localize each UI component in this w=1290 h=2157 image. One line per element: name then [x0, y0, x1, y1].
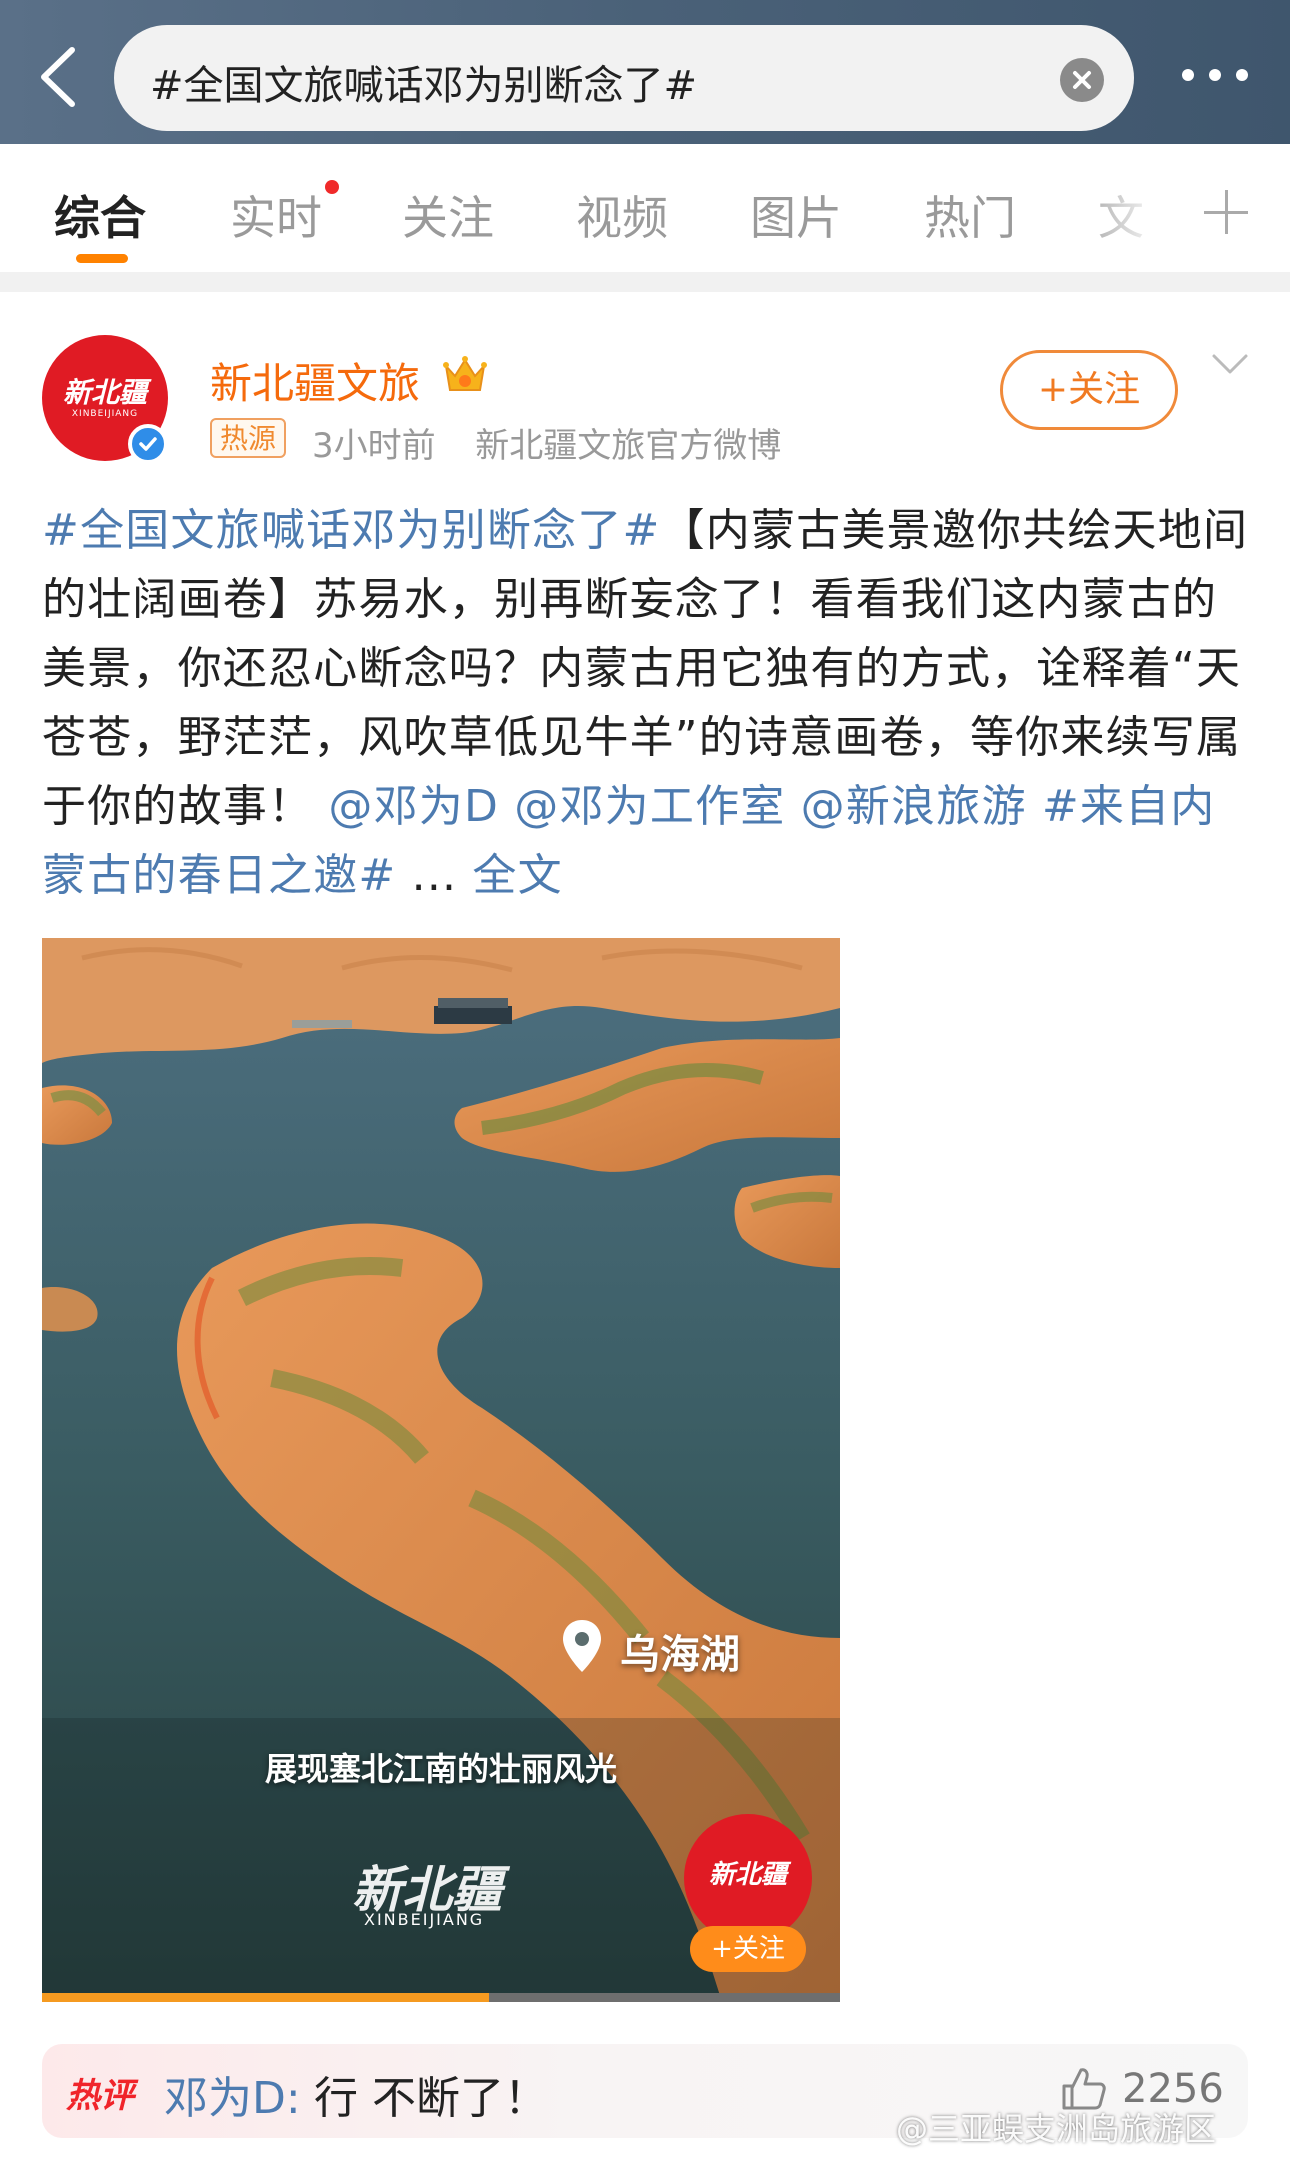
mention-link[interactable]: @邓为D: [328, 781, 499, 832]
video-author-avatar[interactable]: 新北疆: [684, 1814, 812, 1942]
watermark-subtext: XINBEIJIANG: [364, 1910, 485, 1929]
post-text: #全国文旅喊话邓为别断念了#【内蒙古美景邀你共绘天地间的壮阔画卷】苏易水，别再断…: [42, 496, 1257, 910]
active-tab-indicator: [76, 254, 128, 263]
post-source: 新北疆文旅官方微博: [475, 426, 782, 466]
search-query: #全国文旅喊话邓为别断念了#: [150, 63, 698, 109]
follow-button[interactable]: +关注: [1000, 350, 1178, 430]
tab-video[interactable]: 视频: [576, 182, 668, 248]
author-name[interactable]: 新北疆文旅: [210, 350, 420, 411]
add-tab-icon[interactable]: [1204, 190, 1248, 234]
chevron-down-icon[interactable]: [1210, 350, 1250, 380]
location-pin-icon: [560, 1618, 604, 1674]
location-label: 乌海湖: [620, 1632, 740, 1678]
post-meta: 3小时前 新北疆文旅官方微博: [312, 418, 781, 467]
video-progress-bar[interactable]: [42, 1993, 840, 2002]
tabs-fade: [1070, 144, 1180, 272]
verified-badge-icon: [128, 424, 168, 464]
hashtag-link[interactable]: #全国文旅喊话邓为别断念了#: [42, 505, 661, 556]
tab-realtime[interactable]: 实时: [230, 182, 322, 248]
hot-comment-badge: 热评: [66, 2076, 134, 2116]
video-caption: 展现塞北江南的壮丽风光: [264, 1750, 617, 1788]
filter-tabs: 综合 实时 关注 视频 图片 热门 文: [0, 144, 1290, 272]
avatar-logo-subtext: XINBEIJIANG: [71, 409, 139, 419]
hot-source-badge: 热源: [210, 418, 287, 458]
avatar-logo-text: 新北疆: [62, 376, 147, 409]
video-progress-fill: [42, 1993, 489, 2002]
vip-crown-icon: [442, 354, 488, 396]
section-divider: [0, 272, 1290, 292]
site-watermark: @三亚蜈支洲岛旅游区: [896, 2110, 1217, 2148]
expand-full-text-link[interactable]: 全文: [472, 850, 562, 901]
more-options-icon[interactable]: [1180, 60, 1250, 90]
mention-link[interactable]: @邓为工作室: [514, 781, 785, 832]
ellipsis: ...: [411, 850, 458, 901]
comment-text: 行 不断了！: [314, 2073, 548, 2124]
new-content-dot: [325, 180, 339, 194]
post-time: 3小时前: [312, 426, 436, 466]
tab-images[interactable]: 图片: [750, 182, 842, 248]
tab-following[interactable]: 关注: [402, 182, 494, 248]
back-arrow-icon[interactable]: [30, 42, 90, 112]
clear-search-icon[interactable]: [1060, 58, 1104, 102]
tab-hot[interactable]: 热门: [924, 182, 1016, 248]
search-header: #全国文旅喊话邓为别断念了#: [0, 0, 1290, 144]
mention-link[interactable]: @新浪旅游: [801, 781, 1027, 832]
video-author-logo: 新北疆: [708, 1860, 787, 1890]
search-input[interactable]: #全国文旅喊话邓为别断念了#: [114, 25, 1134, 131]
comment-user[interactable]: 邓为D:: [164, 2062, 301, 2126]
tab-comprehensive[interactable]: 综合: [54, 182, 146, 248]
post-video[interactable]: 乌海湖 展现塞北江南的壮丽风光 新北疆 XINBEIJIANG 新北疆 +关注: [42, 938, 840, 2002]
video-follow-button[interactable]: +关注: [690, 1926, 806, 1972]
